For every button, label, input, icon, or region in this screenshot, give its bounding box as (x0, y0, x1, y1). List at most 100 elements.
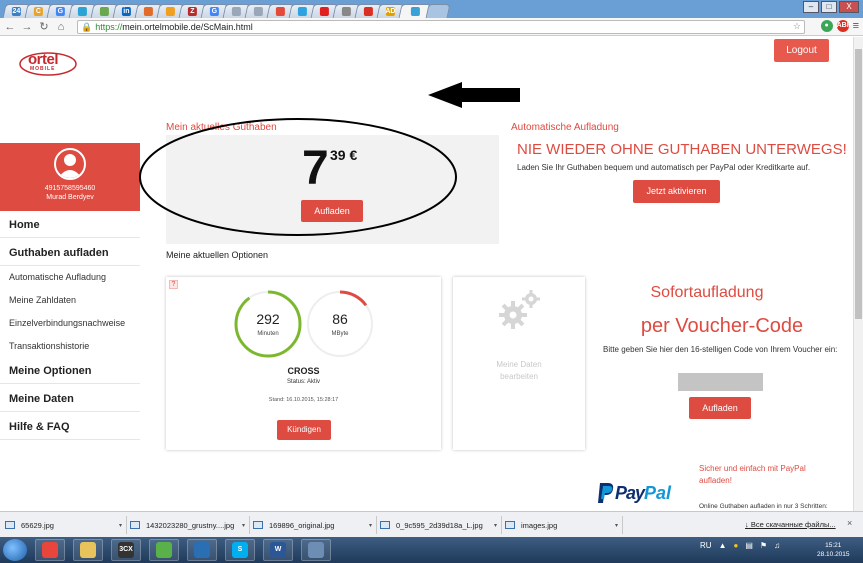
my-data-card[interactable]: Meine Daten bearbeiten (453, 277, 585, 450)
sidebar-item-hilfe-faq[interactable]: Hilfe & FAQ (0, 414, 140, 440)
taskbar-app-button[interactable]: 3CX (111, 539, 141, 561)
forward-icon[interactable]: → (20, 20, 34, 34)
extension-icon[interactable]: ● (820, 20, 833, 32)
cancel-option-button[interactable]: Kündigen (277, 420, 331, 440)
download-item[interactable]: images.jpg ▾ (505, 516, 623, 534)
new-tab-button[interactable] (425, 4, 451, 18)
auto-topup-headline: NIE WIEDER OHNE GUTHABEN UNTERWEGS! (517, 141, 847, 158)
close-download-bar-icon[interactable]: × (847, 518, 852, 528)
download-menu-icon[interactable]: ▾ (615, 522, 618, 529)
profile-name: Murad Berdyev (46, 194, 94, 201)
tab-favicon-icon (275, 7, 285, 16)
page-viewport: ortel MOBILE Logout 4915758595460 Murad … (0, 37, 853, 511)
activate-button[interactable]: Jetzt aktivieren (633, 180, 720, 203)
option-name: CROSS (287, 366, 320, 376)
url-path: mein.ortelmobile.de/ScMain.html (122, 22, 253, 32)
image-file-icon (130, 521, 140, 529)
home-icon[interactable]: ⌂ (54, 20, 68, 34)
menu-icon[interactable]: ≡ (853, 20, 859, 32)
taskbar-app-button[interactable] (73, 539, 103, 561)
voucher-topup-button[interactable]: Aufladen (689, 397, 751, 419)
ortel-logo[interactable]: ortel MOBILE (18, 49, 78, 79)
download-menu-icon[interactable]: ▾ (119, 522, 122, 529)
help-icon[interactable]: ? (169, 280, 178, 289)
sidebar-item-automatische-aufladung[interactable]: Automatische Aufladung (0, 266, 140, 289)
download-item[interactable]: 0_9c595_2d39d18a_L.jpg ▾ (380, 516, 502, 534)
paypal-steps-text: Online Guthaben aufladen in nur 3 Schrit… (699, 503, 828, 510)
start-button[interactable] (3, 539, 27, 561)
url-scheme: https:// (95, 22, 123, 32)
download-item[interactable]: 1432023280_grustny....jpg ▾ (130, 516, 250, 534)
language-indicator[interactable]: RU (700, 541, 712, 550)
avatar[interactable] (54, 148, 86, 180)
maximize-button[interactable]: □ (821, 1, 837, 13)
auto-topup-title: Automatische Aufladung (511, 122, 619, 133)
browser-tab-strip: 24 C Gin Z G AD (0, 0, 863, 18)
download-filename: 0_9c595_2d39d18a_L.jpg (396, 520, 483, 530)
taskbar-app-button[interactable] (301, 539, 331, 561)
download-menu-icon[interactable]: ▾ (369, 522, 372, 529)
download-item[interactable]: 169896_original.jpg ▾ (253, 516, 377, 534)
taskbar-app-button[interactable]: W (263, 539, 293, 561)
close-window-button[interactable]: X (839, 1, 859, 13)
taskbar-app-button[interactable] (35, 539, 65, 561)
sidebar-item-meine-zahldaten[interactable]: Meine Zahldaten (0, 289, 140, 312)
download-menu-icon[interactable]: ▾ (242, 522, 245, 529)
data-value: 86 (332, 311, 348, 327)
tab-favicon-icon: in (121, 7, 131, 16)
sidebar-item-meine-optionen[interactable]: Meine Optionen (0, 358, 140, 384)
auto-topup-text: Laden Sie Ihr Guthaben bequem und automa… (517, 163, 811, 172)
clock-date: 28.10.2015 (817, 551, 850, 558)
bookmark-star-icon[interactable]: ☆ (793, 21, 801, 32)
download-filename: 169896_original.jpg (269, 520, 335, 530)
tab-favicon-icon: Z (187, 7, 197, 16)
sidebar-item-guthaben-aufladen[interactable]: Guthaben aufladen (0, 240, 140, 266)
tab-favicon-icon: G (209, 7, 219, 16)
image-file-icon (253, 521, 263, 529)
download-bar: 65629.jpg ▾ 1432023280_grustny....jpg ▾ 1698… (0, 511, 863, 537)
clock[interactable]: 15:21 28.10.2015 (817, 541, 850, 559)
tray-arrow-icon[interactable]: ▲ (719, 541, 727, 550)
voucher-heading-2: per Voucher-Code (640, 315, 804, 337)
minimize-button[interactable]: – (803, 1, 819, 13)
back-icon[interactable]: ← (3, 20, 17, 34)
voucher-code-input[interactable] (678, 373, 763, 391)
annotation-ellipse (139, 118, 457, 236)
sidebar-item-home[interactable]: Home (0, 212, 140, 238)
image-file-icon (5, 521, 15, 529)
tray-app-icon[interactable]: ● (733, 541, 738, 550)
scrollbar-thumb[interactable] (855, 49, 862, 319)
taskbar-app-icon (80, 542, 96, 558)
tab-favicon-icon (363, 7, 373, 16)
tab-favicon-icon (297, 7, 307, 16)
show-all-downloads-link[interactable]: ↓ Все скачанные файлы... (745, 520, 836, 529)
sidebar-item-meine-daten[interactable]: Meine Daten (0, 386, 140, 412)
tab-favicon-icon (77, 7, 87, 16)
paypal-logo-pay: Pay (615, 482, 645, 503)
taskbar-app-icon: W (270, 542, 286, 558)
adblock-icon[interactable]: ABP (836, 20, 851, 32)
url-input[interactable]: 🔒 https://mein.ortelmobile.de/ScMain.htm… (77, 20, 805, 34)
annotation-arrow-icon (428, 82, 520, 108)
download-item[interactable]: 65629.jpg ▾ (5, 516, 127, 534)
taskbar-app-button[interactable]: S (225, 539, 255, 561)
reload-icon[interactable]: ↻ (37, 20, 51, 34)
download-menu-icon[interactable]: ▾ (494, 522, 497, 529)
sidebar-item-transaktionshistorie[interactable]: Transaktionshistorie (0, 335, 140, 358)
taskbar-app-button[interactable] (187, 539, 217, 561)
volume-icon[interactable]: ♫ (774, 541, 780, 550)
logout-button[interactable]: Logout (774, 39, 829, 62)
network-icon[interactable]: ▤ (745, 541, 753, 550)
tab-favicon-icon: AD (385, 7, 396, 16)
taskbar-app-icon (194, 542, 210, 558)
taskbar-app-button[interactable] (149, 539, 179, 561)
tab-favicon-icon (319, 7, 329, 16)
extension-icons: ● ABP ≡ (820, 20, 859, 32)
tab-favicon-icon (143, 7, 153, 16)
flag-icon[interactable]: ⚑ (760, 541, 767, 550)
paypal-promo: Sicher und einfach mit PayPal aufladen! (699, 464, 806, 485)
page-scrollbar[interactable] (853, 37, 863, 511)
address-bar: ← → ↻ ⌂ 🔒 https://mein.ortelmobile.de/Sc… (0, 18, 863, 36)
sidebar-item-einzelverbindungsnachweise[interactable]: Einzelverbindungsnachweise (0, 312, 140, 335)
paypal-logo-pal: Pal (644, 482, 672, 503)
